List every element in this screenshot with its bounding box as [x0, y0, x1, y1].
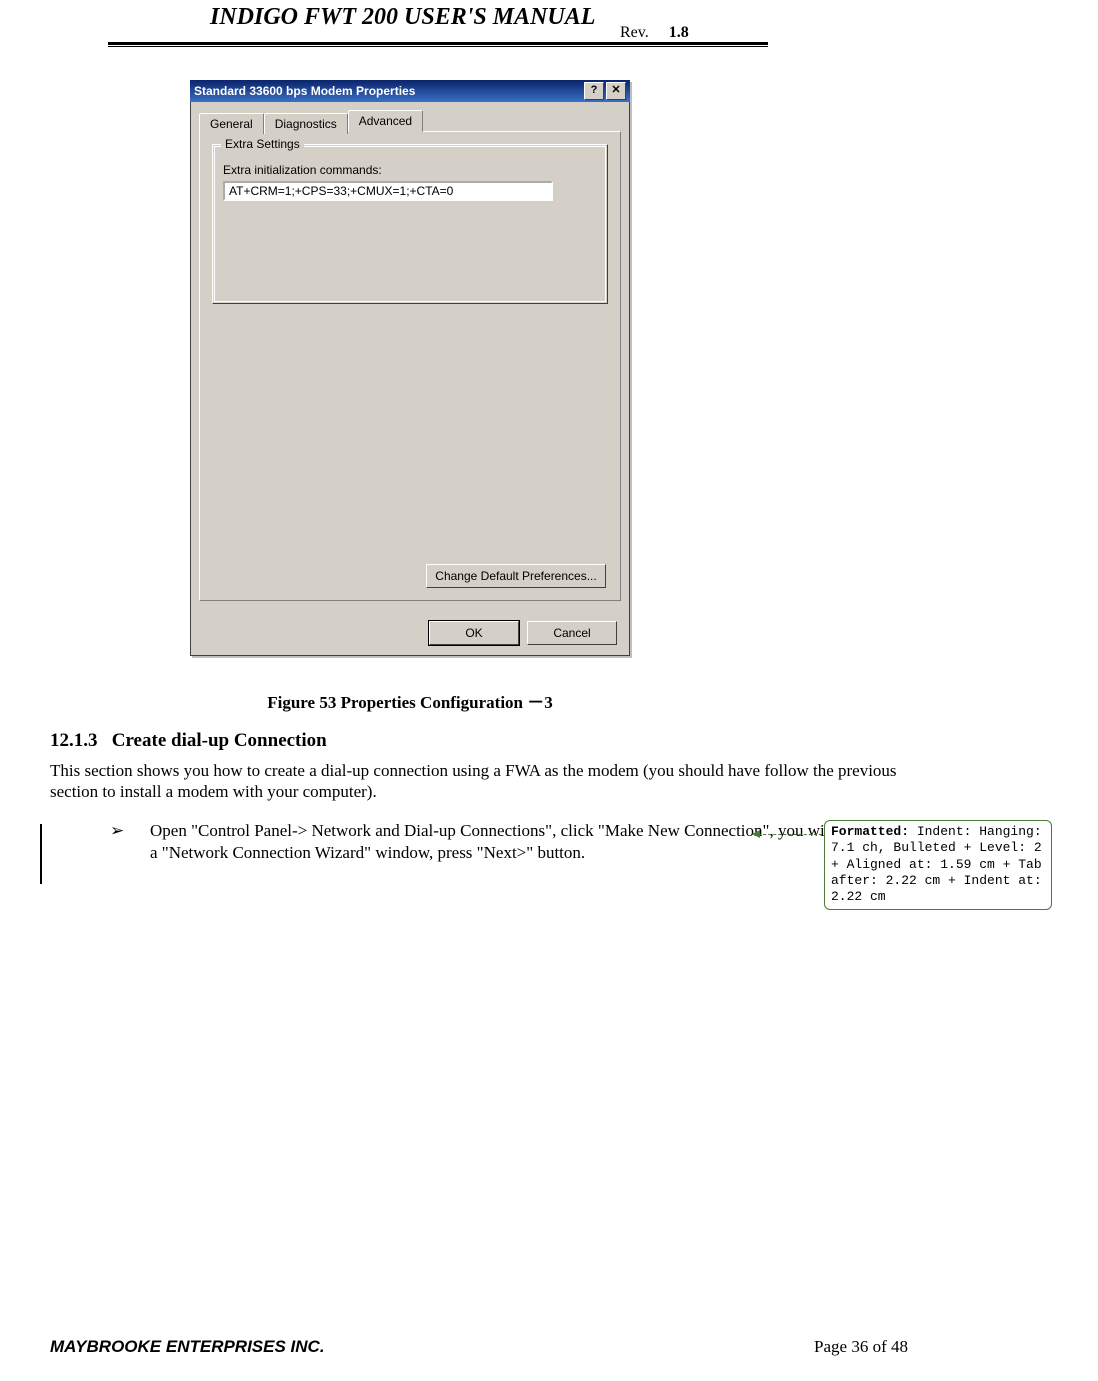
bullet-step: ➢ Open "Control Panel-> Network and Dial… [50, 820, 870, 864]
extra-settings-group: Extra Settings Extra initialization comm… [212, 144, 608, 304]
tab-general[interactable]: General [199, 113, 264, 134]
init-commands-input[interactable] [223, 181, 553, 201]
dialog-title: Standard 33600 bps Modem Properties [194, 84, 415, 98]
figure-caption: Figure 53 Properties Configuration －3 [0, 688, 820, 713]
section-title: Create dial-up Connection [112, 730, 327, 751]
ok-button[interactable]: OK [429, 621, 519, 645]
bullet-arrow-icon: ➢ [50, 820, 150, 864]
doc-revision: Rev. 1.8 [620, 24, 689, 42]
tab-panel-advanced: Extra Settings Extra initialization comm… [199, 131, 621, 601]
callout-label: Formatted: [831, 824, 909, 839]
footer-company: MAYBROOKE ENTERPRISES INC. [50, 1337, 325, 1357]
tab-diagnostics[interactable]: Diagnostics [264, 113, 348, 134]
rev-label: Rev. [620, 24, 649, 41]
section-body: This section shows you how to create a d… [50, 760, 920, 803]
section-number: 12.1.3 [50, 730, 98, 751]
groupbox-title: Extra Settings [221, 137, 304, 151]
cancel-button[interactable]: Cancel [527, 621, 617, 645]
tab-advanced[interactable]: Advanced [348, 110, 423, 132]
formatted-callout: Formatted: Indent: Hanging: 7.1 ch, Bull… [824, 820, 1052, 910]
section-heading: 12.1.3 Create dial-up Connection [50, 730, 327, 752]
dialog-titlebar: Standard 33600 bps Modem Properties ? ✕ [190, 80, 630, 102]
change-default-preferences-button[interactable]: Change Default Preferences... [426, 564, 606, 588]
init-commands-label: Extra initialization commands: [223, 163, 597, 177]
header-rule-2 [108, 46, 768, 47]
callout-connector [758, 834, 822, 835]
revision-bar-icon [40, 824, 42, 884]
footer-page: Page 36 of 48 [814, 1337, 908, 1357]
bullet-text: Open "Control Panel-> Network and Dial-u… [150, 820, 870, 864]
modem-properties-dialog: Standard 33600 bps Modem Properties ? ✕ … [190, 80, 630, 656]
rev-value: 1.8 [669, 24, 689, 41]
dialog-tabs: General Diagnostics Advanced [199, 110, 621, 132]
header-rule [108, 42, 768, 45]
help-icon[interactable]: ? [584, 82, 604, 100]
close-icon[interactable]: ✕ [606, 82, 626, 100]
